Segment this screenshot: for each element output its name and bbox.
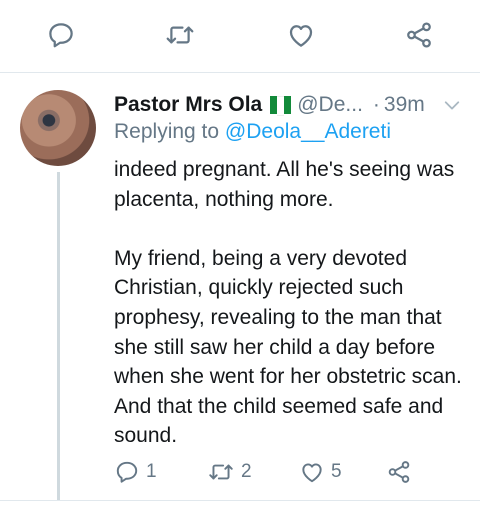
- tweet-separator: ·: [372, 93, 380, 116]
- tweet-paragraph-2: My friend, being a very devoted Christia…: [114, 246, 462, 448]
- tweet-divider: [0, 72, 480, 73]
- tweet-action-bar: 1 2 5: [114, 456, 434, 488]
- reply-bubble-icon: [116, 461, 138, 483]
- share-button[interactable]: [402, 18, 436, 52]
- reply-action[interactable]: 1: [114, 456, 157, 488]
- reply-count: 1: [146, 461, 157, 482]
- tweet-header: Pastor Mrs Ola @De... · 39m: [114, 92, 425, 118]
- avatar[interactable]: [20, 90, 96, 166]
- replying-prefix: Replying to: [114, 120, 220, 143]
- reply-bubble-icon: [49, 23, 73, 48]
- share-nodes-icon: [388, 461, 410, 483]
- reply-button[interactable]: [44, 18, 78, 52]
- author-name[interactable]: Pastor Mrs Ola: [114, 93, 262, 117]
- share-action[interactable]: [386, 456, 412, 488]
- heart-icon: [302, 463, 322, 483]
- thread-line: [57, 172, 60, 500]
- tweet-text: indeed pregnant. All he's seeing was pla…: [114, 155, 470, 451]
- author-handle[interactable]: @De...: [297, 93, 363, 117]
- heart-icon: [289, 25, 313, 47]
- tweet-time[interactable]: 39m: [384, 93, 425, 117]
- retweet-count: 2: [241, 461, 252, 482]
- bottom-divider: [0, 500, 480, 501]
- chevron-down-icon[interactable]: [443, 96, 461, 114]
- retweet-button[interactable]: [163, 18, 197, 52]
- retweet-arrows-icon: [209, 464, 233, 480]
- top-action-bar: [0, 0, 480, 72]
- replying-to-link[interactable]: @Deola__Adereti: [225, 120, 391, 143]
- tweet-paragraph-1: indeed pregnant. All he's seeing was pla…: [114, 158, 455, 211]
- like-button[interactable]: [284, 18, 318, 52]
- share-nodes-icon: [407, 22, 431, 48]
- retweet-arrows-icon: [166, 26, 194, 44]
- retweet-action[interactable]: 2: [207, 456, 252, 488]
- like-count: 5: [331, 461, 342, 482]
- like-action[interactable]: 5: [299, 456, 342, 488]
- nigeria-flag-icon: [270, 96, 292, 116]
- replying-to-line: Replying to @Deola__Adereti: [114, 120, 391, 144]
